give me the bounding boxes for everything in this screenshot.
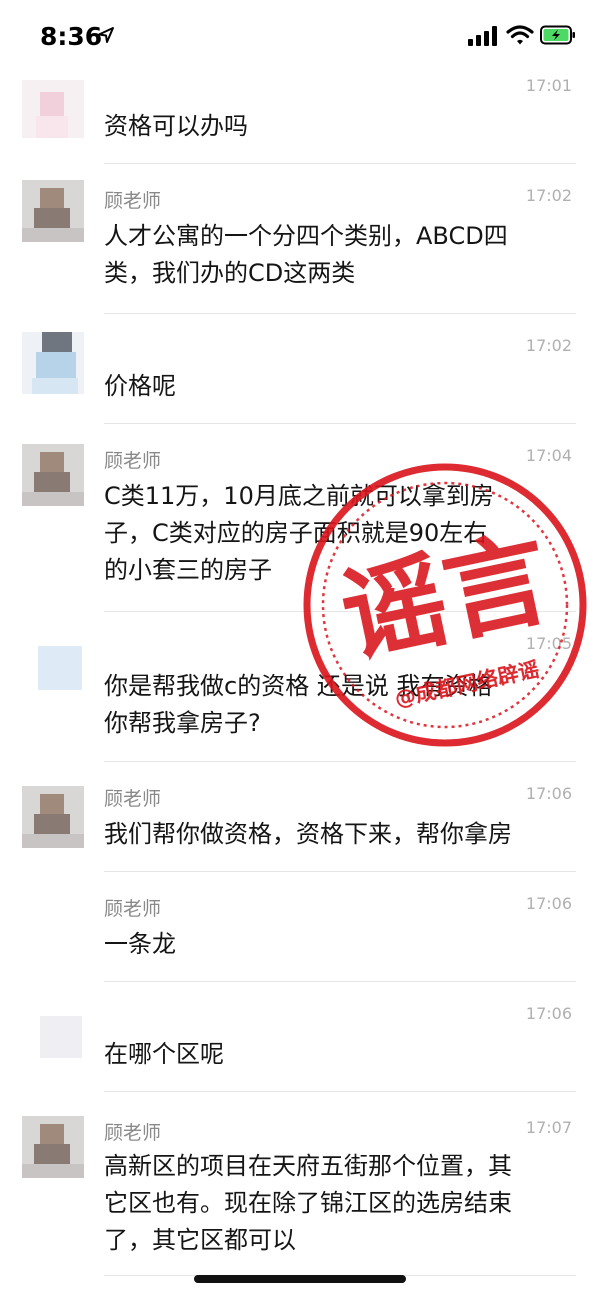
message-time: 17:07 bbox=[525, 1118, 572, 1137]
avatar[interactable] bbox=[22, 1116, 84, 1178]
message-text: 价格呢 bbox=[104, 372, 176, 400]
message-text: C类11万，10月底之前就可以拿到房 子，C类对应的房子面积就是90左右 的小套… bbox=[104, 482, 494, 584]
divider bbox=[104, 871, 576, 872]
message-text: 你是帮我做c的资格 还是说 我有资格 你帮我拿房子? bbox=[104, 672, 493, 737]
message-text: 人才公寓的一个分四个类别，ABCD四 类，我们办的CD这两类 bbox=[104, 222, 508, 287]
message-time: 17:04 bbox=[525, 446, 572, 465]
message-text: 在哪个区呢 bbox=[104, 1040, 224, 1068]
message-time: 17:06 bbox=[525, 784, 572, 803]
message-time: 17:02 bbox=[525, 186, 572, 205]
location-arrow-icon bbox=[98, 27, 114, 43]
chat-message[interactable]: 17:02 价格呢 bbox=[0, 322, 600, 424]
avatar[interactable] bbox=[22, 180, 84, 242]
sender-name: 顾老师 bbox=[104, 190, 162, 212]
sender-name: 顾老师 bbox=[104, 1122, 162, 1144]
message-text: 一条龙 bbox=[104, 930, 176, 958]
sender-name: 顾老师 bbox=[104, 788, 162, 810]
chat-message[interactable]: 顾老师 17:06 我们帮你做资格，资格下来，帮你拿房 bbox=[0, 770, 600, 872]
divider bbox=[104, 313, 576, 314]
battery-charging-icon bbox=[540, 25, 575, 45]
chat-message[interactable]: 17:06 在哪个区呢 bbox=[0, 990, 600, 1092]
message-time: 17:06 bbox=[525, 894, 572, 913]
chat-message[interactable]: 顾老师 17:07 高新区的项目在天府五街那个位置，其 它区也有。现在除了锦江区… bbox=[0, 1100, 600, 1280]
message-text: 资格可以办吗 bbox=[104, 112, 248, 140]
sender-name: 顾老师 bbox=[104, 450, 162, 472]
message-text: 我们帮你做资格，资格下来，帮你拿房 bbox=[104, 820, 512, 848]
message-time: 17:06 bbox=[525, 1004, 572, 1023]
chat-message[interactable]: 17:01 资格可以办吗 bbox=[0, 72, 600, 164]
chat-message[interactable]: 顾老师 17:04 C类11万，10月底之前就可以拿到房 子，C类对应的房子面积… bbox=[0, 432, 600, 612]
status-time: 8:36 bbox=[40, 22, 103, 51]
avatar[interactable] bbox=[22, 332, 84, 394]
avatar[interactable] bbox=[22, 80, 84, 138]
message-time: 17:05 bbox=[525, 634, 572, 653]
divider bbox=[104, 163, 576, 164]
message-time: 17:01 bbox=[525, 76, 572, 95]
cellular-signal-icon bbox=[468, 26, 497, 46]
avatar[interactable] bbox=[40, 1016, 82, 1058]
sender-name: 顾老师 bbox=[104, 898, 162, 920]
divider bbox=[104, 761, 576, 762]
chat-message[interactable]: 顾老师 17:06 一条龙 bbox=[0, 880, 600, 982]
divider bbox=[104, 981, 576, 982]
wifi-icon bbox=[506, 25, 534, 45]
divider bbox=[104, 1091, 576, 1092]
message-time: 17:02 bbox=[525, 336, 572, 355]
message-text: 高新区的项目在天府五街那个位置，其 它区也有。现在除了锦江区的选房结束 了，其它… bbox=[104, 1152, 512, 1254]
chat-message[interactable]: 顾老师 17:02 人才公寓的一个分四个类别，ABCD四 类，我们办的CD这两类 bbox=[0, 172, 600, 314]
avatar[interactable] bbox=[38, 646, 82, 690]
status-bar: 8:36 bbox=[0, 0, 600, 72]
avatar[interactable] bbox=[22, 786, 84, 848]
divider bbox=[104, 423, 576, 424]
chat-message[interactable]: 17:05 你是帮我做c的资格 还是说 我有资格 你帮我拿房子? bbox=[0, 620, 600, 762]
divider bbox=[104, 611, 576, 612]
avatar[interactable] bbox=[22, 444, 84, 506]
home-indicator[interactable] bbox=[194, 1275, 406, 1283]
